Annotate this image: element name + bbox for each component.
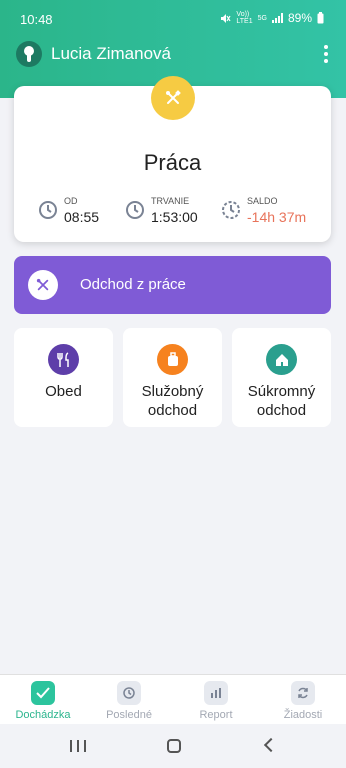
tab-recent[interactable]: Posledné [86,681,172,721]
lunch-tile[interactable]: Obed [14,328,113,427]
tab-attendance[interactable]: Dochádzka [0,681,86,721]
stat-label: TRVANIE [151,196,190,206]
battery-level: 89% [287,11,312,25]
system-icons: Vo)) LTE1 5G 89% [220,11,324,25]
refresh-icon [291,681,315,705]
house-icon [266,344,297,375]
tile-label: Súkromný odchod [247,383,316,419]
clock-icon [126,201,144,219]
back-icon[interactable] [263,737,279,753]
tab-label: Žiadosti [283,709,323,721]
bar-chart-icon [204,681,228,705]
check-icon [31,681,55,705]
avatar[interactable] [16,41,42,67]
work-status-title: Práca [143,150,202,175]
user-name: Lucia Zimanová [51,44,172,63]
history-icon [117,681,141,705]
mute-icon [221,13,231,23]
tools-icon [151,76,195,120]
tile-label: Služobný odchod [141,383,204,419]
private-leave-tile[interactable]: Súkromný odchod [232,328,331,427]
tile-label: Obed [45,383,82,400]
status-bar: 10:48 Vo)) LTE1 5G 89% [0,0,346,36]
battery-icon [317,12,324,24]
tab-label: Dochádzka [15,709,71,721]
bottom-navigation: Dochádzka Posledné Report Žiadosti [0,674,346,724]
clock-time: 10:48 [20,12,53,27]
cutlery-icon [48,344,79,375]
system-navigation [0,724,346,768]
stat-label: OD [64,196,78,206]
tab-report[interactable]: Report [173,681,259,721]
stat-value: 08:55 [64,209,100,225]
tab-label: Posledné [106,709,152,721]
clock-icon [39,201,57,219]
recent-apps-icon[interactable] [70,740,86,752]
volte-indicator: Vo)) LTE1 [236,11,253,25]
network-type: 5G [257,14,267,22]
business-leave-tile[interactable]: Služobný odchod [123,328,222,427]
stat-label: SALDO [247,196,278,206]
more-vertical-icon[interactable] [320,45,332,63]
clock-dashed-icon [222,201,240,219]
stat-value: 1:53:00 [151,209,198,225]
tab-requests[interactable]: Žiadosti [260,681,346,721]
signal-icon [271,13,283,23]
suitcase-icon [157,344,188,375]
leave-work-button[interactable]: Odchod z práce [14,256,331,314]
leave-work-label: Odchod z práce [80,276,186,293]
tab-label: Report [199,709,233,721]
home-icon[interactable] [167,739,181,753]
tools-icon [28,270,58,300]
stat-value: -14h 37m [247,209,307,225]
